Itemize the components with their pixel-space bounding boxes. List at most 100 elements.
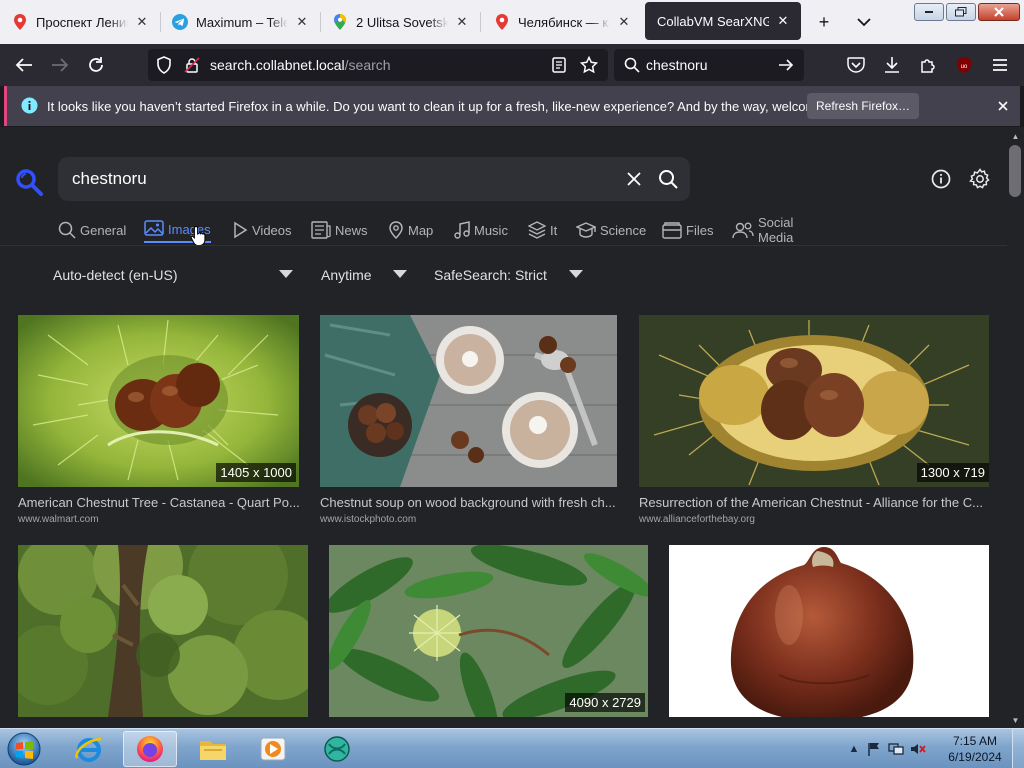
clock-time: 7:15 AM: [952, 734, 998, 748]
reader-view-icon[interactable]: [552, 57, 566, 78]
back-button[interactable]: [12, 53, 36, 77]
tab-social-media[interactable]: Social Media: [732, 215, 794, 245]
info-icon[interactable]: [929, 167, 953, 191]
taskbar-clock[interactable]: 7:15 AM 6/19/2024: [940, 733, 1010, 765]
close-tab-icon[interactable]: ✕: [454, 14, 470, 30]
page-scrollbar[interactable]: ▲ ▼: [1007, 127, 1024, 728]
time-range-select[interactable]: Anytime: [321, 264, 409, 286]
close-tab-icon[interactable]: ✕: [294, 14, 310, 30]
lock-warning-icon[interactable]: [184, 57, 200, 78]
result-thumbnail[interactable]: [329, 545, 648, 717]
tab-general[interactable]: General: [58, 217, 126, 243]
map-pin-icon: [12, 14, 28, 30]
search-query-input[interactable]: [72, 169, 612, 189]
music-note-icon: [454, 221, 470, 239]
tab-telegram[interactable]: Maximum – Telegram ✕: [160, 0, 320, 44]
result-thumbnail[interactable]: [18, 315, 299, 487]
url-bar[interactable]: search.collabnet.local/search: [148, 49, 608, 81]
result-title[interactable]: Chestnut soup on wood background with fr…: [320, 495, 618, 510]
result-url[interactable]: www.istockphoto.com: [320, 514, 416, 525]
tab-news[interactable]: News: [311, 217, 368, 243]
result-thumbnail[interactable]: [669, 545, 989, 717]
search-submit-icon[interactable]: [656, 167, 680, 191]
restore-button[interactable]: [946, 3, 976, 21]
image-result[interactable]: 1405 x 1000 American Chestnut Tree - Cas…: [18, 315, 300, 530]
tab-collabvm-searxng[interactable]: CollabVM SearXNG ✕: [645, 2, 801, 40]
scrollbar-thumb[interactable]: [1009, 145, 1021, 197]
notification-bar: It looks like you haven’t started Firefo…: [4, 86, 1020, 126]
list-all-tabs-button[interactable]: [852, 10, 876, 34]
tab-it[interactable]: It: [528, 217, 557, 243]
extensions-button[interactable]: [916, 53, 940, 77]
tab-files[interactable]: Files: [662, 217, 713, 243]
forward-button[interactable]: [48, 53, 72, 77]
tab-videos[interactable]: Videos: [232, 217, 292, 243]
close-tab-icon[interactable]: ✕: [134, 14, 150, 30]
window-controls: [914, 3, 1020, 21]
safesearch-value: SafeSearch: Strict: [434, 267, 547, 283]
result-thumbnail[interactable]: [320, 315, 617, 487]
action-center-flag-icon[interactable]: [866, 741, 882, 757]
reload-button[interactable]: [84, 53, 108, 77]
folder-icon: [200, 741, 226, 760]
minimize-button[interactable]: [914, 3, 944, 21]
close-tab-icon[interactable]: ✕: [616, 14, 632, 30]
image-result[interactable]: Chestnut soup on wood background with fr…: [320, 315, 620, 530]
show-hidden-icons-icon[interactable]: ▲: [846, 741, 862, 757]
result-thumbnail[interactable]: [639, 315, 989, 487]
taskbar-internet-explorer[interactable]: [62, 731, 116, 767]
browser-search-box[interactable]: chestnoru: [614, 49, 804, 81]
safesearch-select[interactable]: SafeSearch: Strict: [434, 264, 586, 286]
network-icon[interactable]: [888, 741, 904, 757]
result-url[interactable]: www.allianceforthebay.org: [639, 514, 755, 525]
category-label: Music: [474, 222, 508, 238]
bookmark-star-icon[interactable]: [579, 55, 599, 79]
shield-icon[interactable]: [156, 56, 172, 79]
pocket-button[interactable]: [844, 53, 868, 77]
taskbar-app-globe[interactable]: [310, 731, 364, 767]
language-select[interactable]: Auto-detect (en-US): [53, 264, 297, 286]
url-text[interactable]: search.collabnet.local/search: [210, 57, 391, 73]
image-result[interactable]: [669, 545, 990, 728]
tab-title: 2 Ulitsa Sovetskaya: [356, 14, 448, 30]
close-window-button[interactable]: [978, 3, 1020, 21]
image-result[interactable]: 4090 x 2729: [329, 545, 649, 728]
arrow-right-icon[interactable]: [778, 57, 794, 78]
taskbar-firefox[interactable]: [123, 731, 177, 767]
tab-map[interactable]: Map: [388, 217, 433, 243]
tab-sovetskaya[interactable]: 2 Ulitsa Sovetskaya ✕: [320, 0, 480, 44]
category-label: Social Media: [758, 215, 794, 245]
tab-prospekt-lenina[interactable]: Проспект Ленина › Челябинск ✕: [0, 0, 160, 44]
result-thumbnail[interactable]: [18, 545, 308, 717]
refresh-firefox-button[interactable]: Refresh Firefox…: [807, 93, 919, 119]
result-title[interactable]: Resurrection of the American Chestnut - …: [639, 495, 989, 510]
settings-gear-icon[interactable]: [968, 167, 992, 191]
ublock-origin-button[interactable]: uo: [952, 53, 976, 77]
hamburger-menu-icon: [993, 59, 1007, 71]
image-result[interactable]: [18, 545, 309, 728]
tab-science[interactable]: Science: [576, 217, 646, 243]
close-tab-icon[interactable]: ✕: [775, 13, 791, 29]
time-range-value: Anytime: [321, 267, 372, 283]
scroll-up-icon[interactable]: ▲: [1007, 129, 1024, 143]
searxng-logo-icon[interactable]: [15, 168, 43, 196]
taskbar-file-explorer[interactable]: [186, 731, 240, 767]
play-icon: [234, 221, 248, 239]
result-title[interactable]: American Chestnut Tree - Castanea - Quar…: [18, 495, 302, 510]
scroll-down-icon[interactable]: ▼: [1007, 713, 1024, 727]
tab-chelyabinsk-map[interactable]: Челябинск — карта ✕: [482, 0, 642, 44]
image-dimensions: 4090 x 2729: [565, 693, 645, 712]
volume-muted-icon[interactable]: [910, 741, 926, 757]
close-notification-button[interactable]: [993, 96, 1013, 116]
show-desktop-button[interactable]: [1012, 729, 1024, 768]
search-query-box: [58, 157, 690, 201]
downloads-button[interactable]: [880, 53, 904, 77]
start-button[interactable]: [4, 730, 48, 768]
image-result[interactable]: 1300 x 719 Resurrection of the American …: [639, 315, 991, 530]
clear-search-icon[interactable]: [622, 167, 646, 191]
taskbar-media-player[interactable]: [246, 731, 300, 767]
tab-music[interactable]: Music: [454, 217, 508, 243]
new-tab-button[interactable]: +: [812, 10, 836, 34]
result-url[interactable]: www.walmart.com: [18, 514, 99, 525]
app-menu-button[interactable]: [988, 53, 1012, 77]
